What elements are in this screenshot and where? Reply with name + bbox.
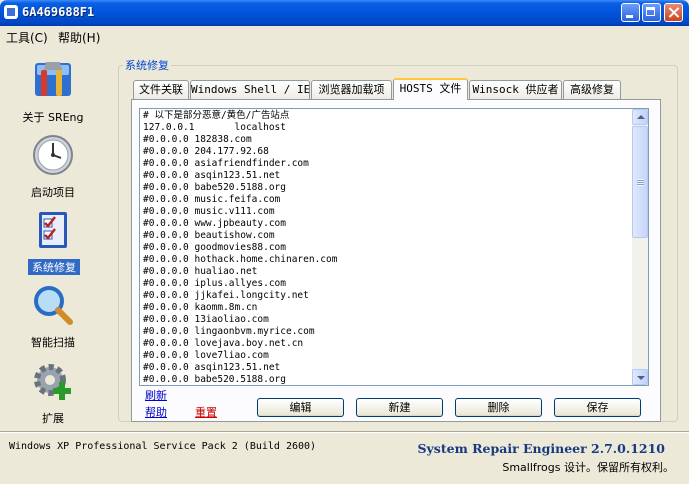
nav-scan-label: 智能扫描 [31,336,75,349]
nav-scan[interactable]: 智能扫描 [18,284,88,350]
checklist-icon [39,212,67,248]
hosts-line: #0.0.0.0 13iaoliao.com [143,314,269,325]
tab-windows-shell[interactable]: Windows Shell / IE [190,80,310,99]
hosts-line: #0.0.0.0 babe520.5188.org [143,374,286,385]
maximize-button[interactable] [642,3,661,22]
hosts-line: #0.0.0.0 asqin123.51.net [143,170,281,181]
help-link[interactable]: 帮助 [145,404,167,420]
tab-browser-addons[interactable]: 浏览器加载项 [311,80,392,99]
hosts-line: #0.0.0.0 music.v111.com [143,206,275,217]
hosts-lines: # 以下是部分恶意/黄色/广告站点 127.0.0.1 localhost #0.0… [143,110,338,385]
hosts-line: #0.0.0.0 asiafriendfinder.com [143,158,309,169]
scroll-thumb[interactable] [632,126,648,238]
nav-repair-label: 系统修复 [28,259,80,275]
status-separator [0,431,689,433]
menu-help[interactable]: 帮助(H) [58,29,100,46]
nav-about-label: 关于 SREng [22,111,84,124]
hosts-line: #0.0.0.0 music.feifa.com [143,194,281,205]
hosts-line: #0.0.0.0 babe520.5188.org [143,182,286,193]
tab-winsock[interactable]: Winsock 供应者 [469,80,562,99]
hosts-line: #0.0.0.0 iplus.allyes.com [143,278,286,289]
new-button[interactable]: 新建 [356,398,443,417]
reset-link[interactable]: 重置 [195,404,217,420]
hosts-line: # 以下是部分恶意/黄色/广告站点 [143,110,290,121]
hosts-line: 127.0.0.1 localhost [143,122,286,133]
menu-bar: 工具(C) 帮助(H) [0,26,689,46]
hosts-line: #0.0.0.0 asqin123.51.net [143,362,281,373]
hosts-line: #0.0.0.0 204.177.92.68 [143,146,269,157]
group-title: 系统修复 [123,57,171,73]
nav-about[interactable]: 关于 SREng [18,58,88,124]
nav-repair[interactable]: 系统修复 [18,209,88,275]
hosts-line: #0.0.0.0 182838.com [143,134,252,145]
gear-plus-icon [34,364,71,400]
nav-startup[interactable]: 启动项目 [18,134,88,200]
delete-button[interactable]: 删除 [455,398,542,417]
hosts-line: #0.0.0.0 lovejava.boy.net.cn [143,338,304,349]
edit-button[interactable]: 编辑 [257,398,344,417]
app-icon [4,5,18,19]
hosts-textarea[interactable]: # 以下是部分恶意/黄色/广告站点 127.0.0.1 localhost #0.0… [139,108,649,386]
clock-icon [33,135,73,175]
nav-extend[interactable]: 扩展 [18,360,88,426]
menu-tools[interactable]: 工具(C) [6,29,48,46]
hosts-line: #0.0.0.0 kaomm.8m.cn [143,302,258,313]
close-button[interactable] [664,3,683,22]
hosts-line: #0.0.0.0 love7liao.com [143,350,269,361]
nav-startup-label: 启动项目 [31,186,75,199]
refresh-link[interactable]: 刷新 [145,387,167,403]
hosts-line: #0.0.0.0 www.jpbeauty.com [143,218,286,229]
window-title: 6A469688F1 [22,5,95,19]
save-button[interactable]: 保存 [554,398,641,417]
hosts-line: #0.0.0.0 jjkafei.longcity.net [143,290,309,301]
hosts-line: #0.0.0.0 hualiao.net [143,266,258,277]
tab-file-assoc[interactable]: 文件关联 [133,80,189,99]
grip-icon [637,179,644,186]
minimize-button[interactable] [621,3,640,22]
tab-advanced-repair[interactable]: 高级修复 [563,80,621,99]
tools-icon [35,62,71,96]
title-bar[interactable]: 6A469688F1 [0,0,689,26]
product-name: System Repair Engineer 2.7.0.1210 [417,441,665,456]
hosts-line: #0.0.0.0 hothack.home.chinaren.com [143,254,338,265]
vertical-scrollbar[interactable] [632,109,648,385]
tab-hosts-file[interactable]: HOSTS 文件 [393,78,468,100]
scroll-down-icon[interactable] [632,369,648,385]
nav-extend-label: 扩展 [42,412,64,425]
hosts-line: #0.0.0.0 goodmovies88.com [143,242,286,253]
copyright-text: Smallfrogs 设计。保留所有权利。 [502,461,674,474]
hosts-line: #0.0.0.0 lingaonbvm.myrice.com [143,326,315,337]
os-info: Windows XP Professional Service Pack 2 (… [9,441,317,452]
scroll-up-icon[interactable] [632,109,648,125]
hosts-line: #0.0.0.0 beautishow.com [143,230,275,241]
magnifier-icon [34,286,73,325]
